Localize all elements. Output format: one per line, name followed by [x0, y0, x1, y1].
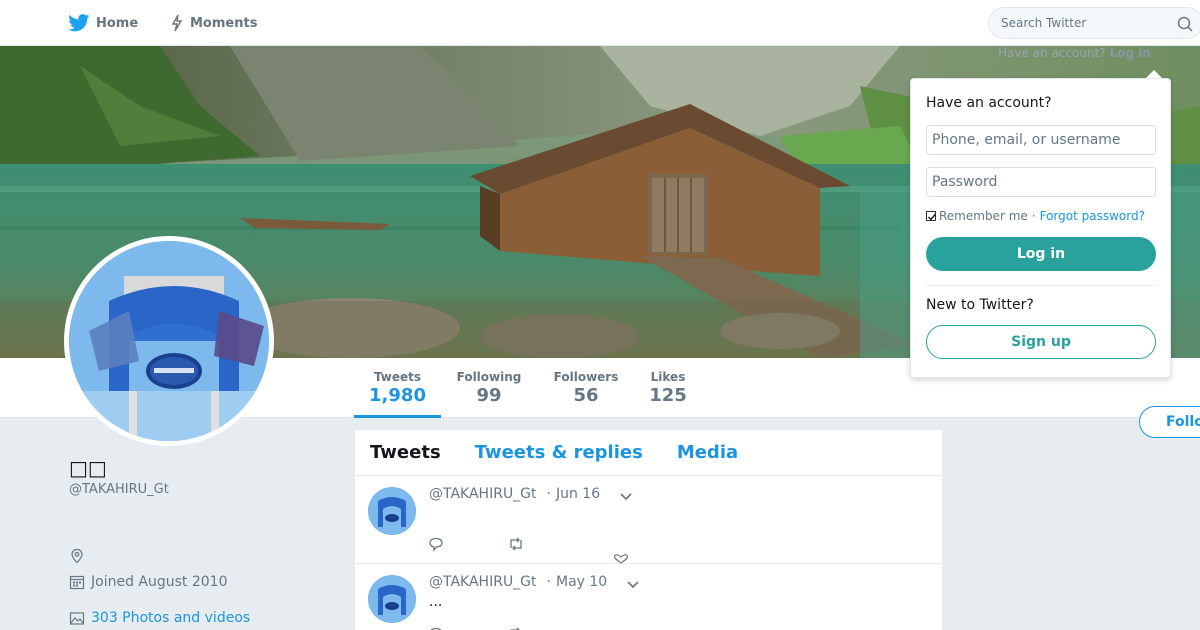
profile-joined-text: Joined August 2010 [91, 574, 228, 590]
tweet-handle[interactable]: @TAKAHIRU_Gt [429, 574, 537, 590]
tweet-header: @TAKAHIRU_Gt · Jun 16 [429, 486, 600, 502]
stat-following-value: 99 [476, 385, 502, 406]
stat-likes-label: Likes [650, 370, 686, 384]
top-login-hint-text: Have an account? [998, 46, 1106, 60]
search-box[interactable] [988, 7, 1200, 39]
chevron-down-icon[interactable] [626, 580, 640, 590]
stat-tweets[interactable]: Tweets 1,980 [354, 358, 441, 418]
login-divider [926, 285, 1156, 286]
follow-button[interactable]: Follo [1139, 406, 1200, 438]
retweet-icon[interactable] [507, 536, 525, 552]
stat-followers-value: 56 [573, 385, 599, 406]
username-field[interactable] [926, 125, 1156, 155]
forgot-password-link[interactable]: Forgot password? [1040, 209, 1145, 223]
profile-handle: @TAKAHIRU_Gt [69, 482, 169, 497]
remember-separator: · [1031, 209, 1036, 223]
stat-tweets-label: Tweets [373, 370, 422, 384]
top-login-link[interactable]: Log in [1109, 46, 1150, 60]
tweet-handle[interactable]: @TAKAHIRU_Gt [429, 486, 537, 502]
profile-joined: Joined August 2010 [69, 574, 227, 590]
tweet-avatar[interactable] [368, 487, 416, 535]
lightning-icon [171, 14, 183, 32]
profile-photos-text[interactable]: 303 Photos and videos [91, 610, 250, 626]
nav-home[interactable]: Home [68, 0, 138, 46]
twitter-bird-icon [68, 14, 90, 32]
stat-tweets-value: 1,980 [369, 385, 426, 406]
tab-tweets-replies[interactable]: Tweets & replies [475, 442, 643, 463]
profile-name: □□ [69, 456, 107, 480]
top-navigation: Home Moments [0, 0, 1200, 46]
timeline-tabs: Tweets Tweets & replies Media [355, 430, 942, 476]
tweet-header: @TAKAHIRU_Gt · May 10 [429, 574, 607, 590]
tweet-dot: · [546, 574, 551, 590]
tweet-text: ... [429, 594, 443, 610]
tweet-avatar-image [368, 575, 416, 623]
tweet-avatar-image [368, 487, 416, 535]
reply-icon[interactable] [428, 626, 444, 630]
tweet-item[interactable]: @TAKAHIRU_Gt · Jun 16 [355, 476, 942, 564]
nav-moments-label: Moments [190, 15, 258, 31]
tab-tweets[interactable]: Tweets [370, 442, 441, 463]
checkmark-icon [928, 213, 937, 221]
signup-button[interactable]: Sign up [926, 325, 1156, 359]
tweet-dot: · [546, 486, 551, 502]
tweet-date[interactable]: Jun 16 [556, 486, 600, 502]
top-login-hint: Have an account? Log in [998, 46, 1151, 60]
search-icon[interactable] [1177, 16, 1193, 32]
retweet-icon[interactable] [507, 626, 525, 630]
location-icon [71, 548, 83, 564]
remember-checkbox[interactable] [926, 211, 937, 221]
stat-likes-value: 125 [649, 385, 687, 406]
stat-followers[interactable]: Followers 56 [548, 358, 624, 418]
photo-icon [69, 612, 85, 625]
profile-location [69, 548, 91, 564]
calendar-icon [69, 575, 85, 590]
login-dropdown-arrow [1146, 70, 1162, 78]
stat-following[interactable]: Following 99 [452, 358, 526, 418]
tab-media[interactable]: Media [677, 442, 738, 463]
new-to-twitter-label: New to Twitter? [926, 297, 1034, 313]
chevron-down-icon[interactable] [619, 492, 633, 502]
login-dropdown: Have an account? Remember me · Forgot pa… [910, 78, 1171, 378]
timeline: Tweets Tweets & replies Media @TAKAHIRU_… [354, 429, 943, 630]
tweet-avatar[interactable] [368, 575, 416, 623]
avatar[interactable] [64, 236, 274, 446]
tweet-item[interactable]: @TAKAHIRU_Gt · May 10 ... [355, 564, 942, 630]
nav-moments[interactable]: Moments [170, 0, 257, 46]
avatar-image [69, 241, 269, 441]
search-input[interactable] [1001, 16, 1171, 30]
reply-icon[interactable] [428, 536, 444, 552]
stat-followers-label: Followers [553, 370, 619, 384]
stat-likes[interactable]: Likes 125 [644, 358, 692, 418]
nav-home-label: Home [96, 15, 139, 31]
password-field[interactable] [926, 167, 1156, 197]
login-button[interactable]: Log in [926, 237, 1156, 271]
profile-photos-link[interactable]: 303 Photos and videos [69, 610, 250, 626]
like-icon[interactable] [613, 554, 629, 564]
remember-row: Remember me · Forgot password? [926, 209, 1145, 223]
stat-following-label: Following [456, 370, 522, 384]
remember-label[interactable]: Remember me [939, 209, 1028, 223]
tweet-date[interactable]: May 10 [556, 574, 607, 590]
login-title: Have an account? [926, 95, 1052, 111]
